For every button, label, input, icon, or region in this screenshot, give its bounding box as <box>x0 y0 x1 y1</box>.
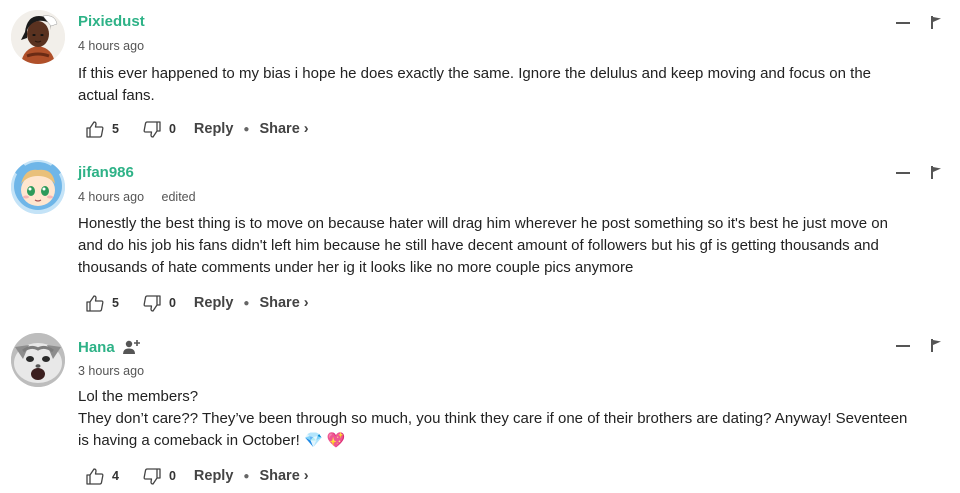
comment-text: Lol the members? They don’t care?? They’… <box>78 386 948 452</box>
comment-line: and do his job his fans didn't left him … <box>78 237 879 254</box>
add-user-icon[interactable] <box>122 338 142 361</box>
avatar[interactable] <box>11 160 65 214</box>
separator-dot: ● <box>243 123 250 135</box>
flag-icon[interactable] <box>930 339 942 352</box>
reply-button[interactable]: Reply <box>194 121 234 137</box>
like-count: 4 <box>112 469 119 483</box>
comment-actions: 5 0 Reply ● Share › <box>86 119 309 139</box>
comment-line: actual fans. <box>78 87 155 104</box>
comment-actions: 4 0 Reply ● Share › <box>86 466 309 486</box>
dislike-button[interactable]: 0 <box>143 294 176 312</box>
flag-icon[interactable] <box>930 16 942 29</box>
comment-text: If this ever happened to my bias i hope … <box>78 63 948 107</box>
like-count: 5 <box>112 122 119 136</box>
comment-line: Honestly the best thing is to move on be… <box>78 215 888 232</box>
comment-actions: 5 0 Reply ● Share › <box>86 293 309 313</box>
comment-text: Honestly the best thing is to move on be… <box>78 213 948 279</box>
share-button[interactable]: Share › <box>259 468 308 484</box>
collapse-icon[interactable] <box>896 171 910 174</box>
comment-meta: 3 hours ago <box>78 364 144 378</box>
dislike-button[interactable]: 0 <box>143 467 176 485</box>
comment-line: thousands of hate comments under her ig … <box>78 259 634 276</box>
avatar[interactable] <box>11 10 65 64</box>
reply-button[interactable]: Reply <box>194 295 234 311</box>
share-button[interactable]: Share › <box>259 121 308 137</box>
collapse-icon[interactable] <box>896 344 910 347</box>
dislike-count: 0 <box>168 122 176 136</box>
comment-line: If this ever happened to my bias i hope … <box>78 65 872 82</box>
username[interactable]: jifan986 <box>78 164 134 181</box>
comment-meta: 4 hours ago <box>78 39 144 53</box>
comment-controls <box>896 166 942 179</box>
avatar[interactable] <box>11 333 65 387</box>
comment-meta: 4 hours ago edited <box>78 190 196 204</box>
separator-dot: ● <box>243 470 250 482</box>
username[interactable]: Pixiedust <box>78 13 145 30</box>
timestamp[interactable]: 3 hours ago <box>78 364 144 378</box>
thumb-up-icon[interactable] <box>86 294 104 312</box>
dislike-count: 0 <box>168 469 176 483</box>
like-count: 5 <box>112 296 119 310</box>
thumb-down-icon[interactable] <box>143 467 161 485</box>
comment-line: Lol the members? <box>78 388 199 405</box>
dislike-button[interactable]: 0 <box>143 120 176 138</box>
thumb-down-icon[interactable] <box>143 120 161 138</box>
username[interactable]: Hana <box>78 339 115 356</box>
like-button[interactable]: 5 <box>86 120 119 138</box>
comment-line: is having a comeback in October! 💎 💖 <box>78 432 346 449</box>
separator-dot: ● <box>243 297 250 309</box>
share-button[interactable]: Share › <box>259 295 308 311</box>
thumb-up-icon[interactable] <box>86 467 104 485</box>
like-button[interactable]: 4 <box>86 467 119 485</box>
collapse-icon[interactable] <box>896 21 910 24</box>
edited-label: edited <box>161 190 196 204</box>
thumb-up-icon[interactable] <box>86 120 104 138</box>
dislike-count: 0 <box>168 296 176 310</box>
thumb-down-icon[interactable] <box>143 294 161 312</box>
comment-line: They don’t care?? They’ve been through s… <box>78 410 908 427</box>
comment-controls <box>896 16 942 29</box>
flag-icon[interactable] <box>930 166 942 179</box>
like-button[interactable]: 5 <box>86 294 119 312</box>
comment-controls <box>896 339 942 352</box>
timestamp[interactable]: 4 hours ago <box>78 190 144 204</box>
reply-button[interactable]: Reply <box>194 468 234 484</box>
timestamp[interactable]: 4 hours ago <box>78 39 144 53</box>
